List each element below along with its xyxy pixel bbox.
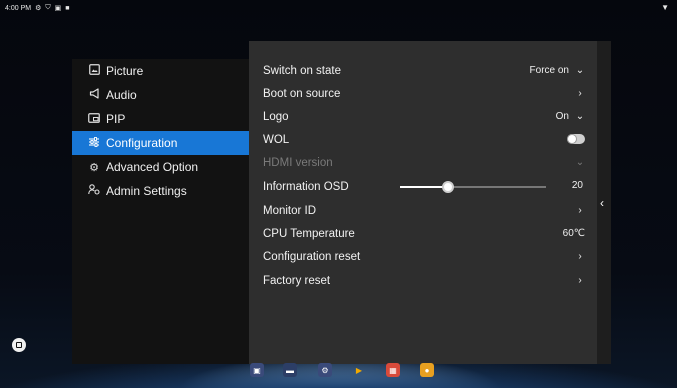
grid-app-icon[interactable]: ▦ [386, 363, 400, 377]
notification-icon: ▣ [54, 5, 62, 12]
toggle-knob [568, 135, 576, 143]
chevron-down-icon: ⌄ [575, 111, 585, 122]
picture-icon [84, 64, 104, 78]
wifi-icon: ▼ [661, 3, 669, 12]
wol-toggle[interactable] [567, 134, 585, 144]
home-icon[interactable] [12, 338, 26, 352]
menu-item-label: Picture [106, 64, 144, 78]
chevron-left-icon[interactable]: ‹ [600, 196, 604, 210]
osd-main-menu: Picture Audio PIP Configuration ⚙ Advanc… [72, 59, 249, 364]
menu-item-label: Audio [106, 88, 137, 102]
configuration-submenu: Switch on state Force on ⌄ Boot on sourc… [249, 41, 597, 364]
menu-item-admin-settings[interactable]: Admin Settings [72, 179, 249, 203]
chevron-down-icon: ⌄ [575, 157, 585, 168]
chevron-right-icon: › [578, 88, 582, 99]
setting-cpu-temperature: CPU Temperature 60℃ [263, 222, 585, 245]
setting-value: Force on [529, 65, 569, 76]
setting-label: CPU Temperature [263, 227, 355, 240]
setting-label: WOL [263, 133, 290, 146]
sliders-icon [84, 136, 104, 150]
slider-fill [400, 186, 449, 188]
menu-item-label: Advanced Option [106, 160, 199, 174]
pip-icon [84, 112, 104, 126]
folder-icon[interactable]: ▬ [283, 363, 297, 377]
status-time: 4:00 PM [5, 4, 32, 12]
setting-hdmi-version: HDMI version ⌄ [263, 151, 585, 174]
shield-icon: ⛉ [45, 4, 51, 11]
setting-wol[interactable]: WOL [263, 128, 585, 151]
information-osd-slider[interactable] [400, 181, 546, 193]
chevron-right-icon: › [578, 275, 582, 286]
chrome-icon[interactable]: ● [420, 363, 434, 377]
setting-boot-on-source[interactable]: Boot on source › [263, 82, 585, 105]
stop-icon: ■ [65, 4, 70, 12]
slider-value: 20 [571, 180, 583, 191]
setting-monitor-id[interactable]: Monitor ID › [263, 199, 585, 222]
chevron-down-icon: ⌄ [575, 65, 585, 76]
menu-item-pip[interactable]: PIP [72, 107, 249, 131]
menu-item-label: Configuration [106, 136, 178, 150]
media-player-icon[interactable]: ▣ [250, 363, 264, 377]
setting-label: Configuration reset [263, 250, 361, 263]
setting-label: Monitor ID [263, 204, 317, 217]
menu-item-label: Admin Settings [106, 184, 187, 198]
setting-label: Factory reset [263, 274, 331, 287]
setting-label: Switch on state [263, 64, 341, 77]
play-store-icon[interactable]: ▶ [352, 363, 366, 377]
settings-icon[interactable]: ⚙ [318, 363, 332, 377]
speaker-icon [84, 88, 104, 102]
setting-value: On [555, 111, 569, 122]
setting-information-osd[interactable]: Information OSD 20 [263, 175, 585, 198]
chevron-right-icon: › [578, 251, 582, 262]
setting-configuration-reset[interactable]: Configuration reset › [263, 245, 585, 268]
menu-item-configuration[interactable]: Configuration [72, 131, 249, 155]
setting-label: Logo [263, 110, 289, 123]
admin-icon [84, 184, 104, 198]
menu-item-audio[interactable]: Audio [72, 83, 249, 107]
setting-label: Boot on source [263, 87, 341, 100]
setting-value: 60℃ [562, 228, 585, 239]
status-bar: 4:00 PM ⚙ ⛉ ▣ ■ ▼ [0, 0, 677, 16]
menu-item-label: PIP [106, 112, 126, 126]
menu-item-advanced-option[interactable]: ⚙ Advanced Option [72, 155, 249, 179]
setting-logo[interactable]: Logo On ⌄ [263, 105, 585, 128]
gear-icon: ⚙ [89, 161, 99, 174]
setting-label: HDMI version [263, 156, 333, 169]
settings-icon: ⚙ [35, 5, 42, 12]
chevron-right-icon: › [578, 205, 582, 216]
setting-switch-on-state[interactable]: Switch on state Force on ⌄ [263, 59, 585, 82]
menu-item-picture[interactable]: Picture [72, 59, 249, 83]
setting-factory-reset[interactable]: Factory reset › [263, 269, 585, 292]
